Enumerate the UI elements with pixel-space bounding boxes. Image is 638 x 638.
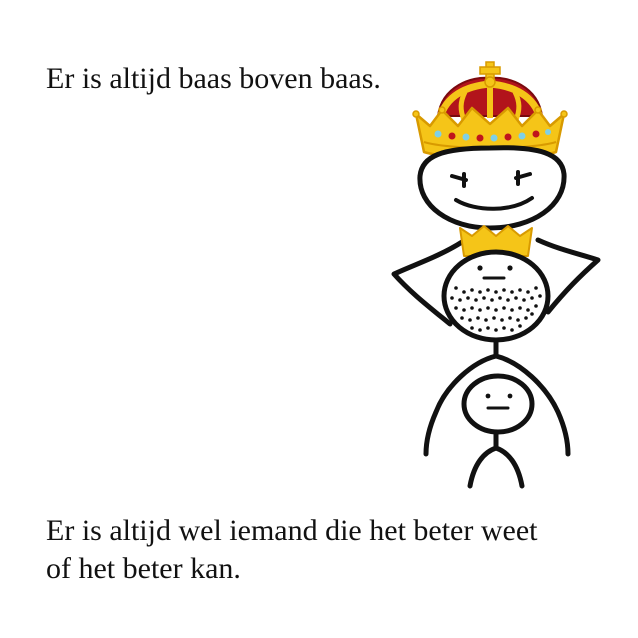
top-figure-head	[417, 145, 567, 231]
large-crown-icon	[412, 61, 568, 160]
bottom-figure	[461, 373, 535, 489]
middle-figure-head	[441, 249, 551, 343]
caption-bottom: Er is altijd wel iemand die het beter we…	[46, 514, 538, 585]
caption-top: Er is altijd baas boven baas.	[46, 62, 381, 95]
stacked-stick-figures-illustration	[391, 61, 601, 489]
